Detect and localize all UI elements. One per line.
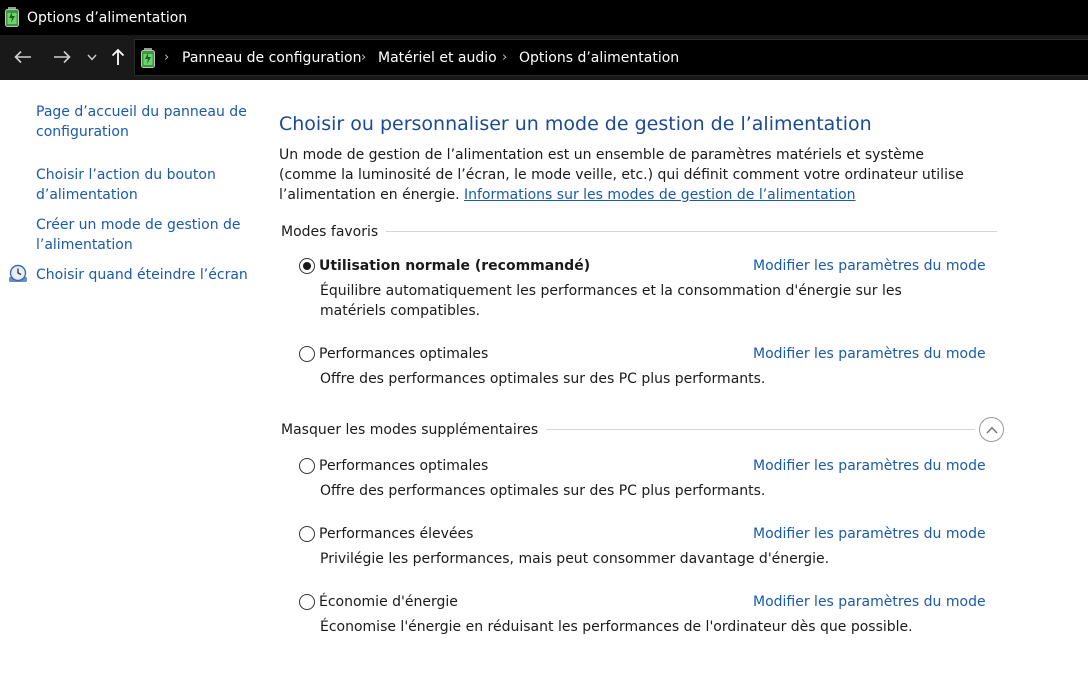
battery-icon [5, 7, 19, 27]
modify-plan-link[interactable]: Modifier les paramètres du mode [753, 524, 986, 544]
plan-name-power-saver[interactable]: Économie d'énergie [319, 592, 458, 612]
sidebar-link-screen-off[interactable]: Choisir quand éteindre l’écran [36, 265, 251, 285]
modify-plan-link[interactable]: Modifier les paramètres du mode [753, 592, 986, 612]
chevron-down-icon[interactable] [80, 45, 104, 69]
plan-description: Équilibre automatiquement les performanc… [320, 283, 902, 319]
address-bar[interactable]: › Panneau de configuration › Matériel et… [134, 39, 1088, 76]
plan-radio-balanced[interactable] [299, 258, 315, 274]
sidebar-link-power-button-action[interactable]: Choisir l’action du bouton d’alimentatio… [36, 165, 251, 205]
sidebar-link-create-plan[interactable]: Créer un mode de gestion de l’alimentati… [36, 215, 251, 255]
modify-plan-link[interactable]: Modifier les paramètres du mode [753, 256, 986, 276]
chevron-up-icon [985, 426, 998, 433]
plan-description: Offre des performances optimales sur des… [320, 371, 766, 387]
plan-radio-ultimate-performance[interactable] [299, 346, 315, 362]
plan-name-ultimate-performance-extra[interactable]: Performances optimales [319, 456, 488, 476]
favorites-group-label: Modes favoris [281, 222, 387, 242]
breadcrumb-separator-icon[interactable]: › [502, 49, 507, 67]
forward-arrow-icon[interactable] [50, 45, 74, 69]
navigation-bar: › Panneau de configuration › Matériel et… [0, 35, 1088, 80]
window-title: Options d’alimentation [27, 10, 188, 26]
battery-icon [141, 48, 155, 68]
breadcrumb-control-panel[interactable]: Panneau de configuration [182, 48, 361, 68]
collapse-button[interactable] [979, 417, 1004, 442]
sidebar-link-control-panel-home[interactable]: Page d’accueil du panneau de configurati… [36, 102, 251, 142]
plan-radio-ultimate-performance-extra[interactable] [299, 458, 315, 474]
group-divider [281, 231, 997, 232]
plan-radio-power-saver[interactable] [299, 594, 315, 610]
plan-name-high-performance[interactable]: Performances élevées [319, 524, 473, 544]
sidebar: Page d’accueil du panneau de configurati… [0, 80, 262, 689]
main-content: Choisir ou personnaliser un mode de gest… [279, 80, 1088, 689]
plan-name-balanced[interactable]: Utilisation normale (recommandé) [319, 256, 590, 276]
info-link[interactable]: Informations sur les modes de gestion de… [464, 187, 856, 203]
clock-monitor-icon [9, 264, 27, 282]
plan-description: Économise l'énergie en réduisant les per… [320, 619, 913, 635]
plan-description: Offre des performances optimales sur des… [320, 483, 766, 499]
modify-plan-link[interactable]: Modifier les paramètres du mode [753, 456, 986, 476]
page-title: Choisir ou personnaliser un mode de gest… [279, 113, 872, 135]
breadcrumb-separator-icon[interactable]: › [361, 49, 366, 67]
breadcrumb-hardware-audio[interactable]: Matériel et audio [378, 48, 497, 68]
plan-name-ultimate-performance[interactable]: Performances optimales [319, 344, 488, 364]
up-arrow-icon[interactable] [106, 45, 130, 69]
back-arrow-icon[interactable] [11, 45, 35, 69]
plan-description: Privilégie les performances, mais peut c… [320, 551, 830, 567]
modify-plan-link[interactable]: Modifier les paramètres du mode [753, 344, 986, 364]
plan-radio-high-performance[interactable] [299, 526, 315, 542]
page-description: Un mode de gestion de l’alimentation est… [279, 145, 979, 205]
breadcrumb-power-options[interactable]: Options d’alimentation [519, 48, 679, 68]
breadcrumb-separator-icon[interactable]: › [164, 49, 169, 67]
extra-plans-group-label: Masquer les modes supplémentaires [281, 420, 547, 440]
title-bar: Options d’alimentation [0, 0, 1088, 35]
